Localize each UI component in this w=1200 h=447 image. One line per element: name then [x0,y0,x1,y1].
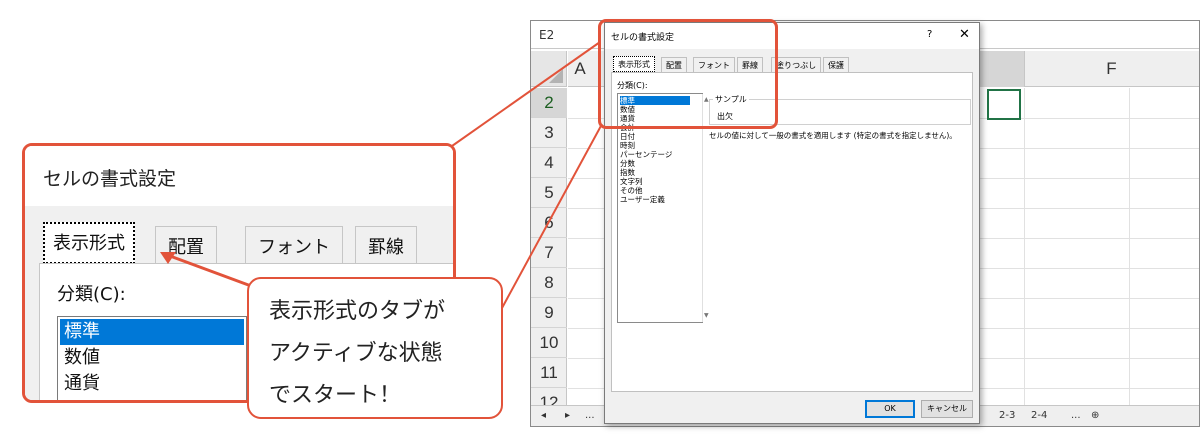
callout-line: 表示形式のタブが [269,299,446,324]
callout-arrow [160,252,263,292]
callout-line: アクティブな状態 [269,341,443,366]
callout-line: でスタート！ [269,383,402,408]
callout-box: 表示形式のタブが アクティブな状態 でスタート！ [247,277,503,419]
